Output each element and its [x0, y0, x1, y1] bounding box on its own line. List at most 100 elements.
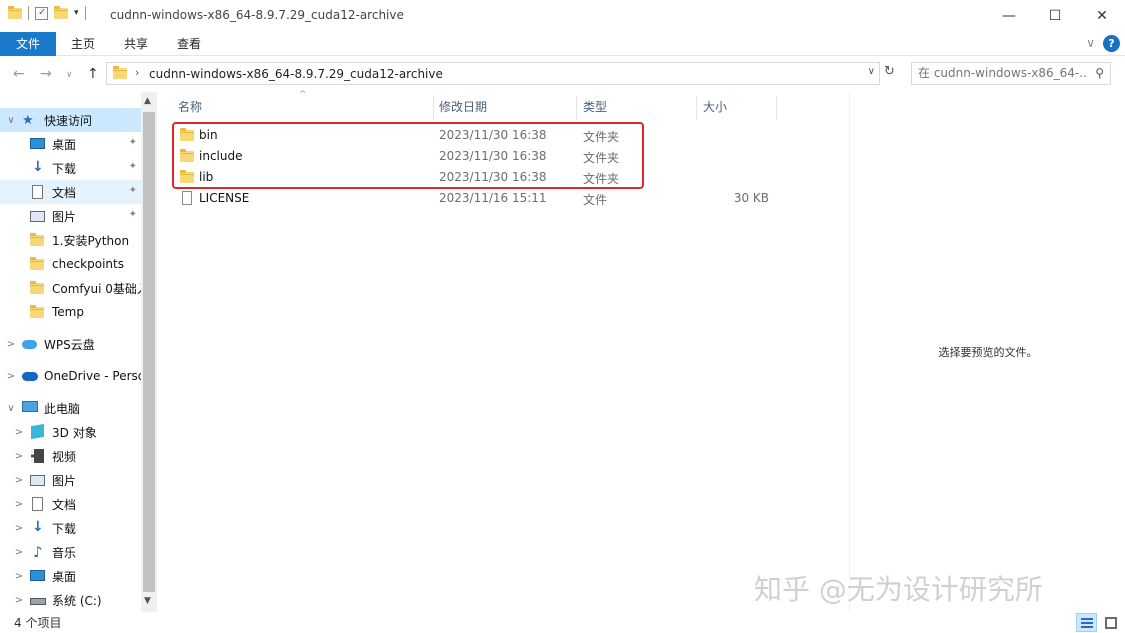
column-divider[interactable] — [696, 96, 697, 120]
preview-message: 选择要预览的文件。 — [938, 346, 1038, 359]
file-name[interactable]: include — [199, 149, 242, 163]
minimize-button[interactable]: — — [986, 0, 1032, 32]
sidebar-item[interactable]: ∨ 此电脑 — [0, 396, 141, 420]
column-header-name[interactable]: 名称 — [178, 96, 202, 118]
sidebar-item[interactable]: > 桌面 — [0, 564, 141, 588]
file-date: 2023/11/30 16:38 — [439, 170, 547, 184]
sidebar-item[interactable]: > 文档 — [0, 492, 141, 516]
sidebar-item[interactable]: > ↓ 下载 — [0, 516, 141, 540]
sidebar-item[interactable]: > 视频 — [0, 444, 141, 468]
customize-toolbar-icon[interactable]: ▾ — [74, 8, 79, 18]
close-button[interactable]: ✕ — [1079, 0, 1125, 32]
expand-right-icon[interactable]: > — [12, 547, 26, 558]
expand-right-icon[interactable]: > — [4, 339, 18, 350]
sidebar-item-label: 文档 — [52, 185, 77, 200]
file-row[interactable]: include 2023/11/30 16:38 文件夹 — [174, 146, 774, 167]
expand-right-icon[interactable]: > — [12, 499, 26, 510]
document-icon — [30, 497, 46, 511]
download-icon: ↓ — [32, 519, 44, 535]
sidebar-item[interactable]: 图片 ✦ — [0, 204, 141, 228]
column-divider[interactable] — [433, 96, 434, 120]
sidebar-item[interactable]: > 系统 (C:) — [0, 588, 141, 612]
sidebar-item[interactable]: > WPS云盘 — [0, 332, 141, 356]
tab-file[interactable]: 文件 — [0, 32, 56, 56]
sidebar-item[interactable]: Temp — [0, 300, 141, 324]
sidebar-item-label: 下载 — [52, 521, 77, 536]
chevron-down-icon[interactable]: ∨ — [1086, 36, 1095, 50]
expand-right-icon[interactable]: > — [12, 523, 26, 534]
sidebar-item[interactable]: > ♪ 音乐 — [0, 540, 141, 564]
scroll-down-icon[interactable]: ▼ — [144, 596, 151, 606]
expand-right-icon[interactable]: > — [12, 571, 26, 582]
sidebar-item[interactable]: ↓ 下载 ✦ — [0, 156, 141, 180]
up-arrow-icon[interactable]: ↑ — [87, 66, 99, 82]
forward-arrow-icon[interactable]: → — [40, 66, 52, 82]
maximize-button[interactable]: ☐ — [1032, 0, 1078, 32]
quick-access-toolbar: ✓ ▾ — [8, 6, 86, 20]
sidebar-item[interactable]: > 图片 — [0, 468, 141, 492]
large-icons-view-icon[interactable] — [1100, 613, 1121, 632]
file-name[interactable]: lib — [199, 170, 213, 184]
expand-right-icon[interactable]: > — [12, 427, 26, 438]
file-type: 文件 — [583, 193, 608, 207]
back-arrow-icon[interactable]: ← — [13, 66, 25, 82]
sidebar-item[interactable]: 文档 ✦ — [0, 180, 141, 204]
tab-share[interactable]: 共享 — [110, 32, 162, 56]
breadcrumb-separator-icon[interactable]: › — [135, 66, 139, 79]
column-divider[interactable] — [776, 96, 777, 120]
properties-icon[interactable]: ✓ — [35, 6, 48, 20]
cloud-icon — [22, 337, 38, 351]
expand-down-icon[interactable]: ∨ — [4, 115, 18, 126]
pin-icon: ✦ — [128, 137, 137, 148]
sidebar-item[interactable]: >3D 对象 — [0, 420, 141, 444]
address-bar[interactable]: › cudnn-windows-x86_64-8.9.7.29_cuda12-a… — [106, 62, 880, 85]
scrollbar-thumb[interactable] — [143, 112, 155, 592]
column-header-date[interactable]: 修改日期 — [439, 96, 487, 118]
sidebar-item[interactable]: ∨ ★ 快速访问 — [0, 108, 141, 132]
sidebar-item[interactable]: > OneDrive - Personal — [0, 364, 141, 388]
sidebar-item[interactable]: 1.安装Python — [0, 228, 141, 252]
sidebar-item-label: 文档 — [52, 497, 77, 512]
nav-scrollbar[interactable]: ▲ ▼ — [141, 92, 157, 612]
expand-down-icon[interactable]: ∨ — [4, 403, 18, 414]
column-header-type[interactable]: 类型 — [583, 96, 607, 118]
search-input[interactable] — [918, 66, 1086, 80]
navigation-pane: ∨ ★ 快速访问 桌面 ✦ ↓ 下载 ✦ 文档 ✦ 图片 ✦ 1.安装Python checkpoints… — [0, 92, 157, 612]
sidebar-item-label: 桌面 — [52, 137, 77, 152]
new-folder-icon[interactable] — [54, 6, 68, 20]
expand-right-icon[interactable]: > — [12, 595, 26, 606]
file-row[interactable]: LICENSE 2023/11/16 15:11 文件 30 KB — [174, 188, 774, 209]
address-path[interactable]: cudnn-windows-x86_64-8.9.7.29_cuda12-arc… — [149, 67, 443, 81]
column-divider[interactable] — [576, 96, 577, 120]
details-view-icon[interactable] — [1076, 613, 1097, 632]
search-icon[interactable]: ⚲ — [1095, 66, 1104, 80]
sidebar-item[interactable]: checkpoints — [0, 252, 141, 276]
file-row[interactable]: bin 2023/11/30 16:38 文件夹 — [174, 125, 774, 146]
expand-right-icon[interactable]: > — [4, 371, 18, 382]
search-box[interactable]: ⚲ — [911, 62, 1111, 85]
tab-home[interactable]: 主页 — [56, 32, 110, 56]
sidebar-item[interactable]: Comfyui 0基础入 — [0, 276, 141, 300]
preview-pane: 选择要预览的文件。 — [849, 92, 1125, 612]
file-name[interactable]: LICENSE — [199, 191, 249, 205]
recent-locations-icon[interactable]: ∨ — [66, 70, 73, 80]
expand-right-icon[interactable]: > — [12, 475, 26, 486]
3d-objects-icon — [30, 423, 46, 440]
file-date: 2023/11/30 16:38 — [439, 149, 547, 163]
sidebar-item-label: 1.安装Python — [52, 233, 130, 248]
file-type: 文件夹 — [583, 130, 620, 144]
help-icon[interactable]: ? — [1103, 35, 1120, 52]
tab-view[interactable]: 查看 — [162, 32, 216, 56]
file-name[interactable]: bin — [199, 128, 218, 142]
refresh-icon[interactable]: ↻ — [884, 64, 895, 79]
expand-right-icon[interactable]: > — [12, 451, 26, 462]
folder-icon — [30, 233, 46, 247]
star-icon: ★ — [22, 113, 34, 128]
column-header-size[interactable]: 大小 — [703, 96, 727, 118]
sidebar-item[interactable]: 桌面 ✦ — [0, 132, 141, 156]
chevron-down-icon[interactable]: ∨ — [868, 66, 875, 77]
scroll-up-icon[interactable]: ▲ — [144, 96, 151, 106]
sidebar-item-label: Temp — [52, 305, 84, 319]
sidebar-item-label: checkpoints — [52, 257, 124, 271]
file-row[interactable]: lib 2023/11/30 16:38 文件夹 — [174, 167, 774, 188]
